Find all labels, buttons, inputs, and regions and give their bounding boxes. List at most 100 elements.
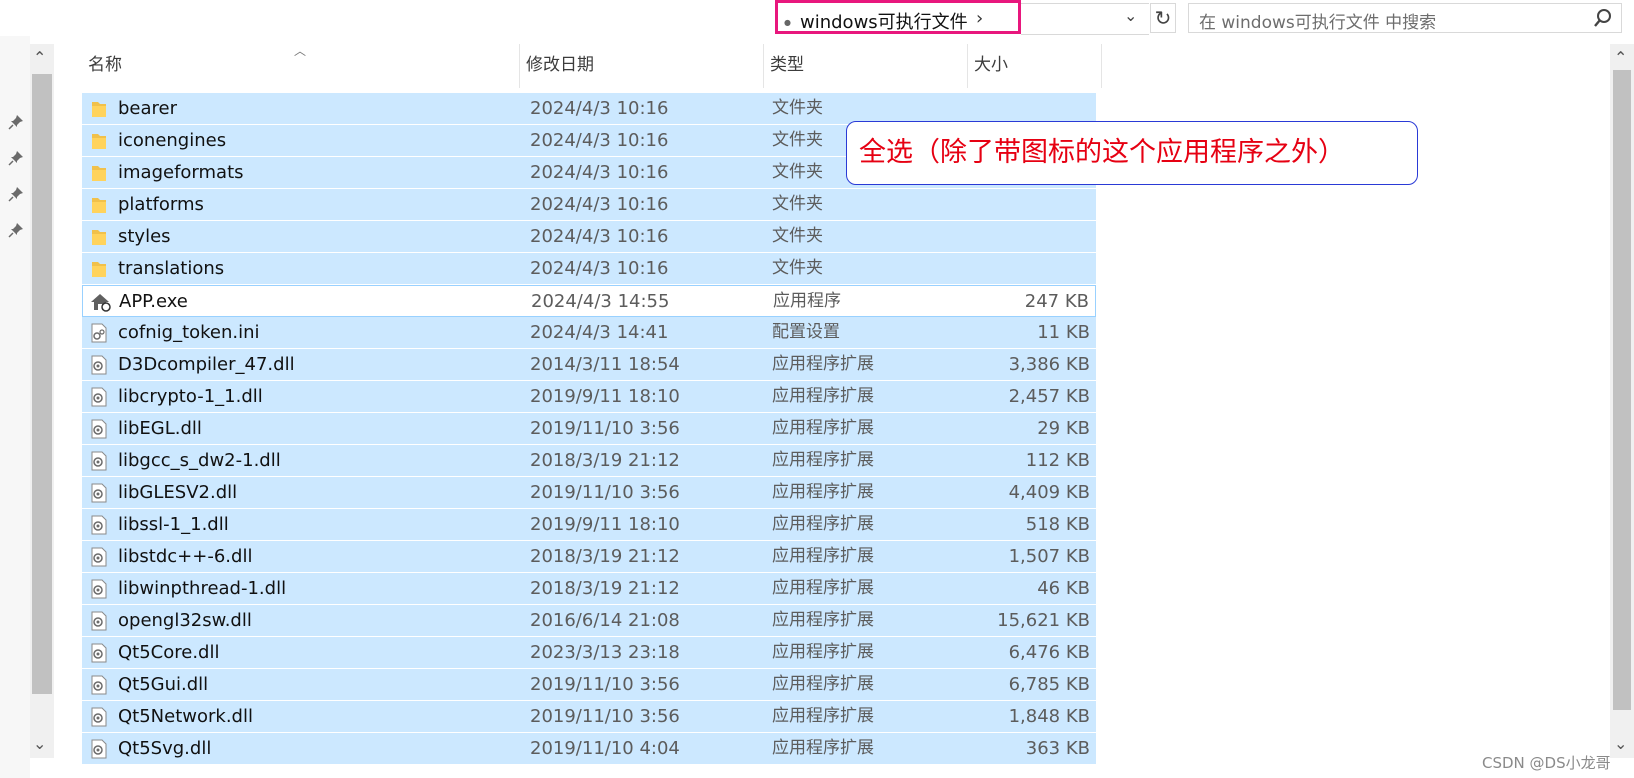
file-type: 应用程序扩展 [772, 674, 874, 694]
file-date: 2019/11/10 3:56 [530, 674, 680, 695]
file-type: 应用程序扩展 [772, 354, 874, 374]
file-type: 应用程序扩展 [772, 610, 874, 630]
file-row[interactable]: libssl-1_1.dll 2019/9/11 18:10 应用程序扩展 518 K… [82, 509, 1096, 541]
file-date: 2024/4/3 14:55 [531, 291, 670, 312]
file-name: styles [118, 226, 171, 247]
file-size: 46 KB [1037, 578, 1090, 599]
folder-icon [88, 162, 110, 184]
file-date: 2019/11/10 4:04 [530, 738, 680, 759]
scroll-up-icon[interactable]: ⌃ [33, 48, 46, 67]
pin-icon[interactable] [8, 222, 24, 238]
file-date: 2018/3/19 21:12 [530, 578, 680, 599]
file-name: imageformats [118, 162, 244, 183]
scroll-thumb[interactable] [1613, 70, 1631, 710]
dll-file-icon [88, 450, 110, 472]
pin-icon[interactable] [8, 186, 24, 202]
file-size: 4,409 KB [1008, 482, 1090, 503]
file-date: 2024/4/3 10:16 [530, 194, 669, 215]
file-row[interactable]: APP.exe 2024/4/3 14:55 应用程序 247 KB [82, 285, 1096, 317]
dll-file-icon [88, 386, 110, 408]
file-row[interactable]: opengl32sw.dll 2016/6/14 21:08 应用程序扩展 15,62… [82, 605, 1096, 637]
search-icon[interactable] [1593, 8, 1613, 28]
search-input[interactable]: 在 windows可执行文件 中搜索 [1188, 3, 1622, 33]
file-row[interactable]: Qt5Core.dll 2023/3/13 23:18 应用程序扩展 6,476 KB [82, 637, 1096, 669]
file-name: libcrypto-1_1.dll [118, 386, 263, 407]
file-type: 应用程序扩展 [772, 450, 874, 470]
file-name: iconengines [118, 130, 227, 151]
file-size: 1,848 KB [1008, 706, 1090, 727]
file-type: 应用程序 [773, 291, 841, 311]
column-header-name[interactable]: 名称 [82, 44, 520, 88]
pin-icon[interactable] [8, 150, 24, 166]
file-row[interactable]: Qt5Gui.dll 2019/11/10 3:56 应用程序扩展 6,785 KB [82, 669, 1096, 701]
annotation-callout: 全选（除了带图标的这个应用程序之外） [846, 121, 1418, 185]
file-row[interactable]: platforms 2024/4/3 10:16 文件夹 [82, 189, 1096, 221]
file-date: 2023/3/13 23:18 [530, 642, 680, 663]
dll-file-icon [88, 354, 110, 376]
file-row[interactable]: cofnig_token.ini 2024/4/3 14:41 配置设置 11 KB [82, 317, 1096, 349]
file-name: D3Dcompiler_47.dll [118, 354, 295, 375]
file-row[interactable]: libgcc_s_dw2-1.dll 2018/3/19 21:12 应用程序扩展 1… [82, 445, 1096, 477]
file-row[interactable]: libwinpthread-1.dll 2018/3/19 21:12 应用程序扩展… [82, 573, 1096, 605]
file-date: 2024/4/3 10:16 [530, 258, 669, 279]
file-type: 配置设置 [772, 322, 840, 342]
dll-file-icon [88, 482, 110, 504]
file-type: 文件夹 [772, 194, 823, 214]
file-date: 2024/4/3 10:16 [530, 98, 669, 119]
file-name: translations [118, 258, 225, 279]
nav-scroll-thumb[interactable] [32, 74, 52, 694]
column-header-size[interactable]: 大小 [968, 44, 1102, 88]
breadcrumb[interactable]: ● windows可执行文件 › [775, 0, 1021, 34]
dll-file-icon [88, 610, 110, 632]
annotation-text: 全选（除了带图标的这个应用程序之外） [859, 137, 1345, 168]
pin-icon[interactable] [8, 114, 24, 130]
file-name: Qt5Gui.dll [118, 674, 209, 695]
scroll-up-icon[interactable]: ⌃ [1614, 48, 1627, 67]
vertical-scrollbar[interactable]: ⌃ ⌄ [1610, 44, 1634, 758]
file-row[interactable]: translations 2024/4/3 10:16 文件夹 [82, 253, 1096, 285]
folder-icon [88, 194, 110, 216]
nav-scrollbar[interactable]: ⌃ ⌄ [30, 44, 54, 758]
file-row[interactable]: libGLESV2.dll 2019/11/10 3:56 应用程序扩展 4,409 … [82, 477, 1096, 509]
file-type: 应用程序扩展 [772, 738, 874, 758]
refresh-button[interactable]: ↻ [1150, 3, 1176, 33]
file-type: 应用程序扩展 [772, 546, 874, 566]
column-header-date[interactable]: 修改日期 [520, 44, 764, 88]
settings-file-icon [88, 322, 110, 344]
breadcrumb-current-folder[interactable]: windows可执行文件 [800, 8, 968, 34]
file-name: Qt5Core.dll [118, 642, 220, 663]
file-type: 文件夹 [772, 258, 823, 278]
chevron-down-icon[interactable]: ⌄ [1124, 6, 1137, 25]
file-type: 文件夹 [772, 162, 823, 182]
file-date: 2018/3/19 21:12 [530, 546, 680, 567]
file-date: 2024/4/3 10:16 [530, 162, 669, 183]
file-row[interactable]: libstdc++-6.dll 2018/3/19 21:12 应用程序扩展 1,50… [82, 541, 1096, 573]
file-row[interactable]: Qt5Network.dll 2019/11/10 3:56 应用程序扩展 1,848… [82, 701, 1096, 733]
folder-icon [88, 258, 110, 280]
column-header-type[interactable]: 类型 [764, 44, 968, 88]
file-date: 2024/4/3 10:16 [530, 226, 669, 247]
dll-file-icon [88, 738, 110, 760]
dll-file-icon [88, 418, 110, 440]
dll-file-icon [88, 674, 110, 696]
file-size: 11 KB [1037, 322, 1090, 343]
app-icon [89, 291, 111, 313]
file-name: libEGL.dll [118, 418, 202, 439]
file-size: 363 KB [1025, 738, 1090, 759]
file-row[interactable]: Qt5Svg.dll 2019/11/10 4:04 应用程序扩展 363 KB [82, 733, 1096, 765]
scroll-down-icon[interactable]: ⌄ [33, 734, 46, 753]
file-date: 2019/9/11 18:10 [530, 514, 680, 535]
file-row[interactable]: D3Dcompiler_47.dll 2014/3/11 18:54 应用程序扩展 3… [82, 349, 1096, 381]
file-size: 247 KB [1024, 291, 1089, 312]
file-type: 应用程序扩展 [772, 514, 874, 534]
file-row[interactable]: styles 2024/4/3 10:16 文件夹 [82, 221, 1096, 253]
file-row[interactable]: libcrypto-1_1.dll 2019/9/11 18:10 应用程序扩展 2,… [82, 381, 1096, 413]
dll-file-icon [88, 578, 110, 600]
scroll-down-icon[interactable]: ⌄ [1614, 734, 1627, 753]
file-size: 112 KB [1025, 450, 1090, 471]
file-row[interactable]: libEGL.dll 2019/11/10 3:56 应用程序扩展 29 KB [82, 413, 1096, 445]
chevron-right-icon[interactable]: › [976, 8, 983, 29]
file-type: 应用程序扩展 [772, 482, 874, 502]
file-name: opengl32sw.dll [118, 610, 252, 631]
breadcrumb-separator-icon: ● [784, 18, 791, 27]
